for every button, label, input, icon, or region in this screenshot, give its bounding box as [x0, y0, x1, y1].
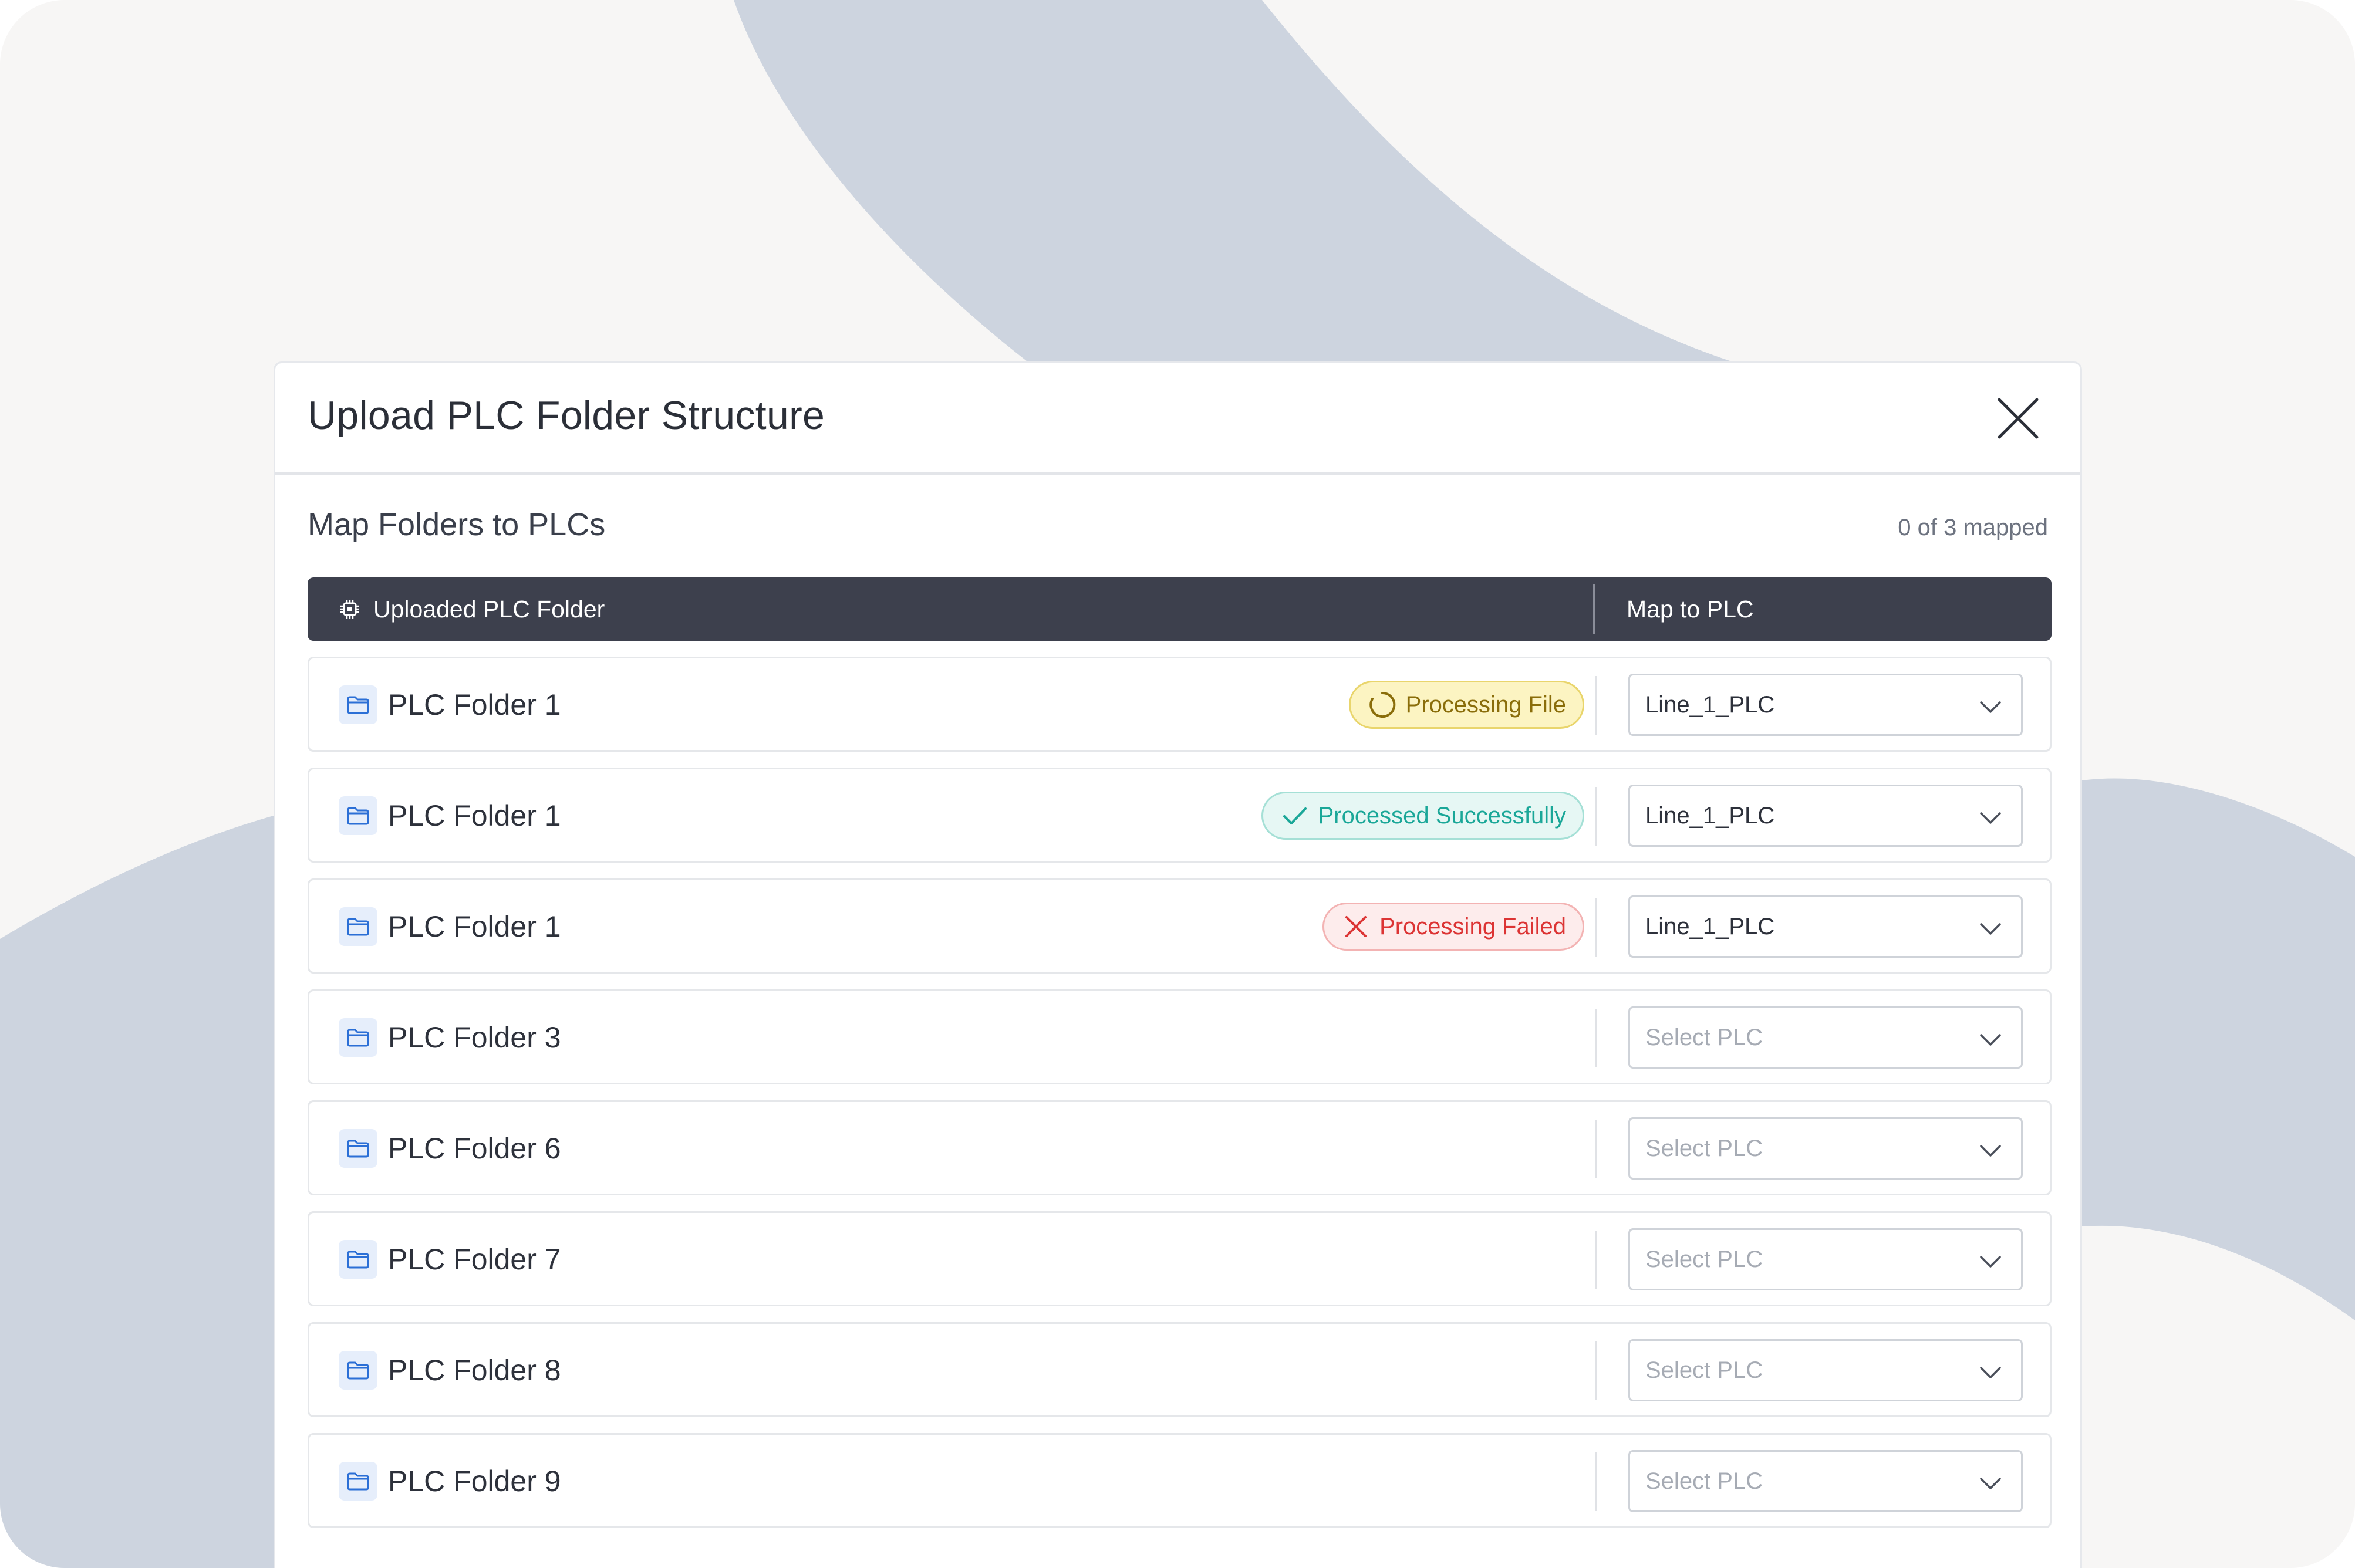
folder-name: PLC Folder 1: [388, 799, 561, 832]
chevron-down-icon: [1980, 923, 2001, 935]
section-title: Map Folders to PLCs: [308, 507, 606, 542]
folder-icon: [339, 907, 377, 946]
plc-select[interactable]: Select PLC: [1628, 1339, 2023, 1401]
folder-row-1: PLC Folder 1 Line_1_PLC Processing File: [308, 657, 2052, 752]
x-icon: [1345, 916, 1367, 937]
row-divider: [1595, 1009, 1597, 1067]
plc-select-value: Line_1_PLC: [1645, 913, 1775, 940]
plc-select-value: Line_1_PLC: [1645, 691, 1775, 718]
folder-name: PLC Folder 1: [388, 688, 561, 721]
folder-name: PLC Folder 9: [388, 1465, 561, 1498]
spinner-icon: [1369, 691, 1395, 718]
status-badge-label: Processing Failed: [1379, 913, 1566, 940]
folder-name: PLC Folder 6: [388, 1132, 561, 1165]
folder-icon: [339, 1129, 377, 1168]
close-icon: [1998, 398, 2039, 439]
folder-icon: [339, 1351, 377, 1390]
plc-select-value: Line_1_PLC: [1645, 802, 1775, 829]
folder-icon: [339, 1462, 377, 1501]
plc-select-value: Select PLC: [1645, 1246, 1763, 1272]
modal-title: Upload PLC Folder Structure: [308, 393, 825, 438]
row-divider: [1595, 787, 1597, 846]
plc-select[interactable]: Select PLC: [1628, 1006, 2023, 1069]
plc-select[interactable]: Line_1_PLC: [1628, 785, 2023, 847]
chevron-down-icon: [1980, 812, 2001, 824]
row-divider: [1595, 1341, 1597, 1400]
modal-header: Upload PLC Folder Structure: [275, 363, 2080, 475]
chevron-down-icon: [1980, 1367, 2001, 1378]
plc-select-value: Select PLC: [1645, 1357, 1763, 1383]
folder-row-5: PLC Folder 6 Select PLC: [308, 1100, 2052, 1195]
column-header-folder: Uploaded PLC Folder: [338, 577, 605, 641]
row-divider: [1595, 1120, 1597, 1178]
plc-select[interactable]: Select PLC: [1628, 1117, 2023, 1180]
folder-name: PLC Folder 1: [388, 910, 561, 943]
plc-select-value: Select PLC: [1645, 1024, 1763, 1050]
upload-modal: Upload PLC Folder Structure Map Folders …: [274, 361, 2082, 1568]
column-header-folder-label: Uploaded PLC Folder: [373, 595, 605, 623]
chevron-down-icon: [1980, 1478, 2001, 1489]
close-button[interactable]: [1996, 396, 2040, 441]
folder-row-3: PLC Folder 1 Line_1_PLC Processing Faile…: [308, 878, 2052, 974]
folder-name: PLC Folder 7: [388, 1243, 561, 1276]
folder-name: PLC Folder 3: [388, 1021, 561, 1054]
column-header-map: Map to PLC: [1627, 595, 1754, 623]
status-badge: Processed Successfully: [1261, 792, 1584, 840]
table-header: Uploaded PLC Folder Map to PLC: [308, 577, 2052, 641]
status-badge-label: Processing File: [1405, 691, 1566, 718]
plc-select-value: Select PLC: [1645, 1135, 1763, 1161]
folder-row-7: PLC Folder 8 Select PLC: [308, 1322, 2052, 1417]
folder-row-2: PLC Folder 1 Line_1_PLC Processed Succes…: [308, 768, 2052, 863]
status-badge-label: Processed Successfully: [1318, 802, 1566, 829]
status-badge: Processing File: [1348, 681, 1584, 729]
folder-row-6: PLC Folder 7 Select PLC: [308, 1211, 2052, 1306]
row-divider: [1595, 1452, 1597, 1511]
background-frame: Upload PLC Folder Structure Map Folders …: [0, 0, 2355, 1568]
folder-icon: [339, 1240, 377, 1279]
mapped-count: 0 of 3 mapped: [1898, 515, 2048, 540]
row-divider: [1595, 898, 1597, 957]
chevron-down-icon: [1980, 1145, 2001, 1157]
status-badge: Processing Failed: [1322, 903, 1584, 951]
folder-icon: [339, 796, 377, 835]
plc-select[interactable]: Select PLC: [1628, 1228, 2023, 1290]
folder-row-4: PLC Folder 3 Select PLC: [308, 989, 2052, 1084]
check-icon: [1283, 807, 1307, 824]
column-divider: [1593, 584, 1595, 634]
folder-list: PLC Folder 1 Line_1_PLC Processing File …: [308, 657, 2052, 1544]
folder-row-8: PLC Folder 9 Select PLC: [308, 1433, 2052, 1528]
folder-icon: [339, 685, 377, 724]
folder-name: PLC Folder 8: [388, 1354, 561, 1387]
plc-select[interactable]: Line_1_PLC: [1628, 895, 2023, 958]
chevron-down-icon: [1980, 701, 2001, 713]
plc-select[interactable]: Select PLC: [1628, 1450, 2023, 1512]
chevron-down-icon: [1980, 1256, 2001, 1268]
chip-icon: [340, 600, 359, 619]
row-divider: [1595, 1231, 1597, 1289]
plc-select[interactable]: Line_1_PLC: [1628, 674, 2023, 736]
section-header: Map Folders to PLCs 0 of 3 mapped: [275, 475, 2080, 577]
row-divider: [1595, 676, 1597, 735]
plc-select-value: Select PLC: [1645, 1468, 1763, 1494]
chevron-down-icon: [1980, 1034, 2001, 1046]
folder-icon: [339, 1018, 377, 1057]
